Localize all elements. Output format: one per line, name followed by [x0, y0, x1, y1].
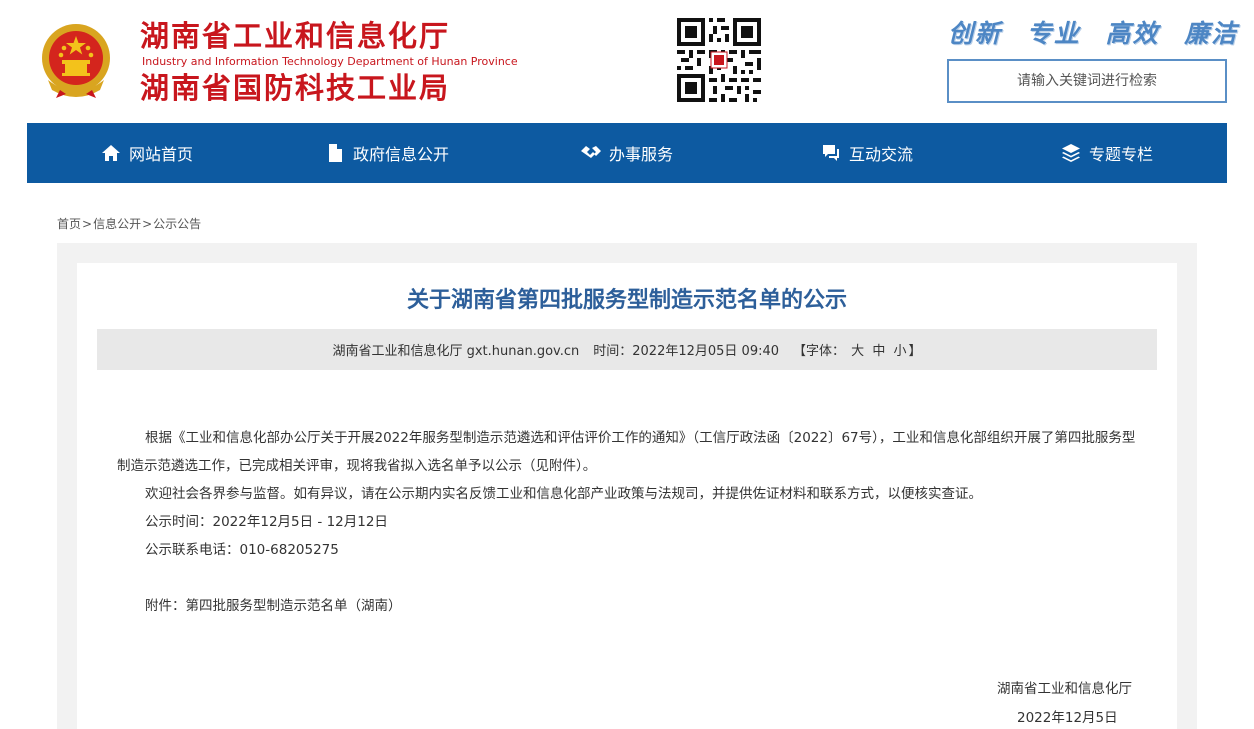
slogan: 创新 专业 高效 廉洁	[948, 14, 1236, 50]
slogan-1: 创新	[948, 19, 1003, 48]
nav-item-label: 网站首页	[128, 145, 193, 164]
article-body: 根据《工业和信息化部办公厅关于开展2022年服务型制造示范遴选和评估评价工作的通…	[117, 424, 1142, 620]
chat-icon	[822, 145, 839, 161]
breadcrumb-separator: >	[82, 217, 93, 231]
main-nav: 网站首页 政府信息公开 办事服务 互动交流 专题专栏	[27, 123, 1227, 183]
nav-item-interaction[interactable]: 互动交流	[747, 123, 987, 183]
nav-item-label: 专题专栏	[1088, 145, 1153, 164]
article-meta: 湖南省工业和信息化厅 gxt.hunan.gov.cn 时间：2022年12月0…	[97, 329, 1157, 370]
article-paragraph: 欢迎社会各界参与监督。如有异议，请在公示期内实名反馈工业和信息化部产业政策与法规…	[145, 486, 982, 502]
article-paragraph: 公示时间：2022年12月5日 - 12月12日	[145, 514, 388, 530]
font-size-large-button[interactable]: 大	[851, 344, 864, 359]
layers-icon	[1061, 144, 1080, 162]
nav-item-label: 互动交流	[848, 145, 913, 164]
site-title-sub: 湖南省国防科技工业局	[140, 71, 451, 105]
slogan-3: 高效	[1105, 19, 1160, 48]
article-source: 湖南省工业和信息化厅 gxt.hunan.gov.cn	[332, 344, 580, 359]
font-size-control: 【字体： 大 中 小】	[793, 340, 922, 359]
breadcrumb-separator: >	[142, 217, 153, 231]
article-paragraph: 根据《工业和信息化部办公厅关于开展2022年服务型制造示范遴选和评估评价工作的通…	[117, 430, 1136, 474]
font-size-label-end: 】	[908, 344, 922, 359]
nav-item-label: 政府信息公开	[352, 145, 449, 164]
font-size-label: 【字体：	[793, 344, 846, 359]
article-paragraph: 公示联系电话：010-68205275	[145, 542, 339, 558]
nav-item-services[interactable]: 办事服务	[507, 123, 747, 183]
nav-item-topics[interactable]: 专题专栏	[987, 123, 1227, 183]
site-header: 湖南省工业和信息化厅 Industry and Information Tech…	[0, 0, 1254, 123]
nav-item-gov-info[interactable]: 政府信息公开	[267, 123, 507, 183]
slogan-4: 廉洁	[1184, 19, 1239, 48]
breadcrumb-info-open[interactable]: 信息公开	[93, 217, 141, 231]
breadcrumb-notices[interactable]: 公示公告	[153, 217, 201, 231]
breadcrumb: 首页>信息公开>公示公告	[57, 215, 201, 232]
national-emblem-icon	[42, 24, 110, 98]
nav-item-label: 办事服务	[608, 145, 673, 164]
qr-code-icon	[677, 18, 761, 102]
article-signature: 湖南省工业和信息化厅	[997, 681, 1132, 697]
article-attachment-link[interactable]: 附件：第四批服务型制造示范名单（湖南）	[117, 592, 1142, 620]
font-size-medium-button[interactable]: 中	[872, 344, 885, 359]
nav-item-home[interactable]: 网站首页	[27, 123, 267, 183]
article-time: 时间：2022年12月05日 09:40	[593, 344, 780, 359]
site-title-main: 湖南省工业和信息化厅	[140, 19, 451, 53]
site-title: 湖南省工业和信息化厅 Industry and Information Tech…	[140, 18, 518, 106]
article-date: 2022年12月5日	[1017, 710, 1118, 726]
breadcrumb-home[interactable]: 首页	[57, 217, 81, 231]
site-title-english: Industry and Information Technology Depa…	[142, 55, 518, 68]
document-icon	[328, 144, 342, 162]
search-box	[947, 59, 1227, 103]
article-title: 关于湖南省第四批服务型制造示范名单的公示	[406, 288, 847, 313]
search-input[interactable]	[949, 61, 1225, 101]
home-icon	[101, 145, 120, 161]
font-size-small-button[interactable]: 小	[893, 344, 906, 359]
handshake-icon	[580, 146, 601, 158]
slogan-2: 专业	[1026, 19, 1081, 48]
